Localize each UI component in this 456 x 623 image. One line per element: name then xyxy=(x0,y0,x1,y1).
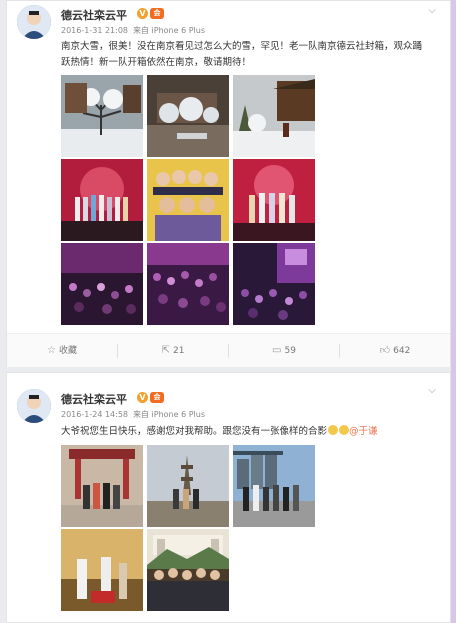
comment-icon: ▭ xyxy=(272,345,282,356)
thumbs-up-icon: 👍︎ xyxy=(379,345,391,356)
avatar[interactable] xyxy=(17,389,51,423)
photo-thumbnail[interactable] xyxy=(147,159,229,241)
verified-badge-icon: V xyxy=(137,392,148,403)
favorite-button[interactable]: ☆ 收藏 xyxy=(7,334,117,368)
star-icon: ☆ xyxy=(47,345,56,356)
chevron-down-icon[interactable]: ⌵ xyxy=(426,386,438,396)
post-meta: 2016-1-24 14:58 来自 iPhone 6 Plus xyxy=(61,409,205,420)
source[interactable]: iPhone 6 Plus xyxy=(152,410,205,419)
username[interactable]: 德云社栾云平 xyxy=(61,391,127,407)
photo-thumbnail[interactable] xyxy=(233,445,315,527)
scrollbar-strip xyxy=(451,0,456,623)
favorite-label: 收藏 xyxy=(58,346,77,356)
photo-thumbnail[interactable] xyxy=(147,75,229,157)
source-prefix: 来自 xyxy=(133,410,149,419)
like-count: 642 xyxy=(393,346,411,356)
photo-thumbnail[interactable] xyxy=(147,243,229,325)
mention-link[interactable]: @于谦 xyxy=(349,426,378,437)
source[interactable]: iPhone 6 Plus xyxy=(152,26,205,35)
repost-count: 21 xyxy=(172,346,185,356)
timestamp[interactable]: 2016-1-31 21:08 xyxy=(61,26,128,35)
username[interactable]: 德云社栾云平 xyxy=(61,7,127,23)
like-button[interactable]: 👍︎ 642 xyxy=(340,334,450,368)
post-text-main: 大爷祝您生日快乐，感谢您对我帮助。跟您没有一张像样的合影 xyxy=(61,426,328,437)
post-text: 大爷祝您生日快乐，感谢您对我帮助。跟您没有一张像样的合影 @于谦 xyxy=(61,424,431,440)
repost-button[interactable]: ⇱ 21 xyxy=(118,334,228,368)
comment-button[interactable]: ▭ 59 xyxy=(229,334,339,368)
repost-icon: ⇱ xyxy=(161,345,170,356)
post-text: 南京大雪，很美！没在南京看见过怎么大的雪，罕见！老一队南京德云社封箱，观众踊跃热… xyxy=(61,41,423,68)
verified-badge-icon: V xyxy=(137,8,148,19)
photo-thumbnail[interactable] xyxy=(61,445,143,527)
photo-thumbnail[interactable] xyxy=(233,159,315,241)
photo-thumbnail[interactable] xyxy=(233,75,315,157)
comment-count: 59 xyxy=(284,346,296,356)
avatar[interactable] xyxy=(17,5,51,39)
post-card: 德云社栾云平 V 会 ⌵ 2016-1-24 14:58 来自 iPhone 6 … xyxy=(6,372,451,623)
photo-thumbnail[interactable] xyxy=(61,75,143,157)
smiley-emoji-icon xyxy=(339,425,350,435)
vip-badge-icon: 会 xyxy=(150,8,164,19)
post-card: 德云社栾云平 V 会 ⌵ 2016-1-31 21:08 来自 iPhone 6 … xyxy=(6,0,451,367)
action-bar: ☆ 收藏 ⇱ 21 ▭ 59 👍︎ 642 xyxy=(7,333,450,367)
post-meta: 2016-1-31 21:08 来自 iPhone 6 Plus xyxy=(61,25,205,36)
photo-thumbnail[interactable] xyxy=(233,243,315,325)
photo-thumbnail[interactable] xyxy=(61,243,143,325)
photo-thumbnail[interactable] xyxy=(147,445,229,527)
photo-thumbnail[interactable] xyxy=(61,529,143,611)
source-prefix: 来自 xyxy=(133,26,149,35)
smiley-emoji-icon xyxy=(328,425,339,435)
photo-thumbnail[interactable] xyxy=(147,529,229,611)
vip-badge-icon: 会 xyxy=(150,392,164,403)
chevron-down-icon[interactable]: ⌵ xyxy=(426,6,438,16)
timestamp[interactable]: 2016-1-24 14:58 xyxy=(61,410,128,419)
photo-thumbnail[interactable] xyxy=(61,159,143,241)
